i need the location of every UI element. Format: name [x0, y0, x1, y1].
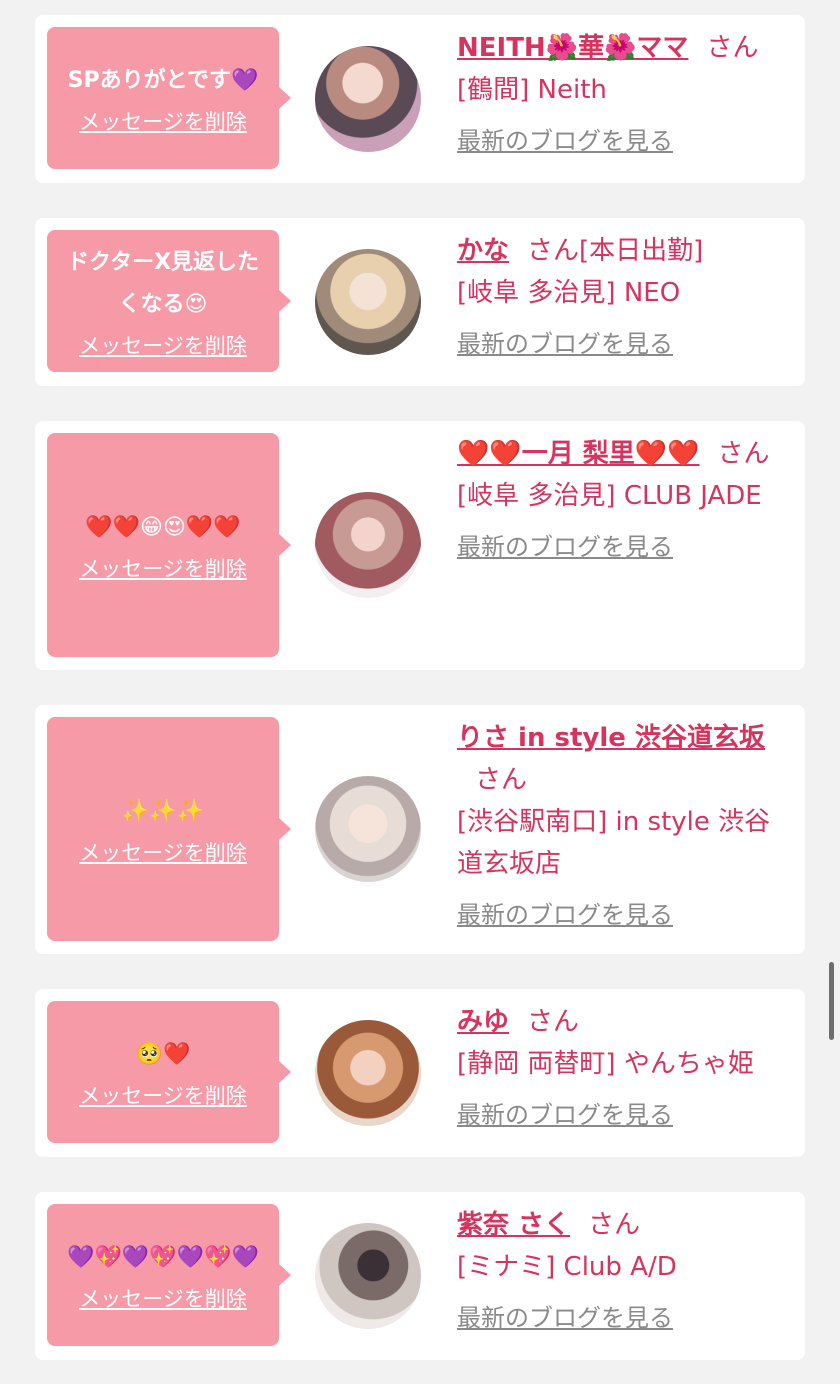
message-bubble: ドクターX見返したくなる😍 メッセージを削除 — [47, 230, 291, 372]
sender-info: 紫奈 さく さん [ミナミ] Club A/D 最新のブログを見る — [457, 1204, 795, 1333]
message-bubble: ❤️❤️😁😍❤️❤️ メッセージを削除 — [47, 433, 291, 657]
delete-message-link[interactable]: メッセージを削除 — [79, 1283, 247, 1313]
sender-name-link[interactable]: NEITH🌺華🌺ママ — [457, 33, 688, 63]
message-text: ドクターX見返したくなる😍 — [66, 250, 260, 317]
latest-blog-link[interactable]: 最新のブログを見る — [457, 1298, 673, 1333]
shop-name: [岐阜 多治見] NEO — [457, 278, 681, 308]
honorific: さん — [706, 33, 759, 63]
sender-name-line: 紫奈 さく さん — [457, 1204, 795, 1246]
sender-name-link[interactable]: かな — [457, 236, 509, 266]
sender-name-line: みゆ さん — [457, 1001, 795, 1043]
delete-message-link[interactable]: メッセージを削除 — [79, 330, 247, 360]
avatar[interactable] — [315, 46, 421, 152]
avatar[interactable] — [315, 1223, 421, 1329]
sender-info: りさ in style 渋谷道玄坂さん [渋谷駅南口] in style 渋谷道… — [457, 717, 795, 930]
avatar[interactable] — [315, 1020, 421, 1126]
shop-name: [岐阜 多治見] CLUB JADE — [457, 481, 762, 511]
sender-info: かな さん[本日出勤] [岐阜 多治見] NEO 最新のブログを見る — [457, 230, 795, 359]
message-bubble: SPありがとです💜 メッセージを削除 — [47, 27, 291, 169]
shop-name: [ミナミ] Club A/D — [457, 1252, 677, 1282]
message-bubble: 🥺❤️ メッセージを削除 — [47, 1001, 291, 1143]
latest-blog-link[interactable]: 最新のブログを見る — [457, 527, 673, 562]
message-bubble: 💜💖💜💖💜💖💜 メッセージを削除 — [47, 1204, 291, 1346]
honorific: さん — [527, 1007, 580, 1037]
delete-message-link[interactable]: メッセージを削除 — [79, 1080, 247, 1110]
latest-blog-link[interactable]: 最新のブログを見る — [457, 895, 673, 930]
sender-info: NEITH🌺華🌺ママ さん [鶴間] Neith 最新のブログを見る — [457, 27, 795, 156]
avatar[interactable] — [315, 249, 421, 355]
sender-name-link[interactable]: りさ in style 渋谷道玄坂 — [457, 723, 765, 753]
message-card: ドクターX見返したくなる😍 メッセージを削除 かな さん[本日出勤] [岐阜 多治… — [35, 218, 805, 386]
message-card: ❤️❤️😁😍❤️❤️ メッセージを削除 ❤️❤️一月 梨里❤️❤️ さん [岐阜 … — [35, 421, 805, 670]
sender-info: みゆ さん [静岡 両替町] やんちゃ姫 最新のブログを見る — [457, 1001, 795, 1130]
sender-name-line: りさ in style 渋谷道玄坂さん — [457, 717, 795, 801]
message-card: 🥺❤️ メッセージを削除 みゆ さん [静岡 両替町] やんちゃ姫 最新のブログを… — [35, 989, 805, 1157]
latest-blog-link[interactable]: 最新のブログを見る — [457, 1095, 673, 1130]
honorific: さん — [717, 439, 770, 469]
message-text: 💜💖💜💖💜💖💜 — [67, 1245, 259, 1270]
message-bubble: ✨✨✨ メッセージを削除 — [47, 717, 291, 941]
message-card: SPありがとです💜 メッセージを削除 NEITH🌺華🌺ママ さん [鶴間] Nei… — [35, 15, 805, 183]
message-text: ❤️❤️😁😍❤️❤️ — [85, 515, 241, 540]
sender-info: ❤️❤️一月 梨里❤️❤️ さん [岐阜 多治見] CLUB JADE 最新のブロ… — [457, 433, 795, 562]
sender-name-line: かな さん[本日出勤] — [457, 230, 795, 272]
honorific: さん — [475, 765, 528, 795]
sender-name-line: NEITH🌺華🌺ママ さん — [457, 27, 795, 69]
sender-name-link[interactable]: ❤️❤️一月 梨里❤️❤️ — [457, 439, 700, 469]
message-card: 💜💖💜💖💜💖💜 メッセージを削除 紫奈 さく さん [ミナミ] Club A/D … — [35, 1192, 805, 1360]
latest-blog-link[interactable]: 最新のブログを見る — [457, 324, 673, 359]
latest-blog-link[interactable]: 最新のブログを見る — [457, 121, 673, 156]
message-card: ✨✨✨ メッセージを削除 りさ in style 渋谷道玄坂さん [渋谷駅南口]… — [35, 705, 805, 954]
message-text: SPありがとです💜 — [67, 68, 259, 93]
message-text: 🥺❤️ — [135, 1042, 191, 1067]
honorific: さん — [588, 1210, 641, 1240]
sender-name-link[interactable]: 紫奈 さく — [457, 1210, 570, 1240]
sender-name-line: ❤️❤️一月 梨里❤️❤️ さん — [457, 433, 795, 475]
delete-message-link[interactable]: メッセージを削除 — [79, 553, 247, 583]
avatar[interactable] — [315, 492, 421, 598]
shop-name: [鶴間] Neith — [457, 75, 607, 105]
honorific: さん[本日出勤] — [527, 236, 704, 266]
scrollbar[interactable] — [829, 962, 834, 1040]
shop-name: [静岡 両替町] やんちゃ姫 — [457, 1049, 754, 1079]
delete-message-link[interactable]: メッセージを削除 — [79, 106, 247, 136]
avatar[interactable] — [315, 776, 421, 882]
sender-name-link[interactable]: みゆ — [457, 1007, 509, 1037]
delete-message-link[interactable]: メッセージを削除 — [79, 837, 247, 867]
message-text: ✨✨✨ — [121, 799, 205, 824]
shop-name: [渋谷駅南口] in style 渋谷道玄坂店 — [457, 807, 771, 879]
